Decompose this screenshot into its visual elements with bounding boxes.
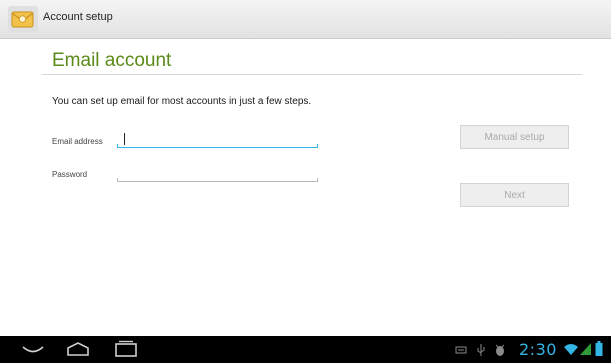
wifi-icon [564, 342, 578, 361]
signal-icon [580, 342, 592, 361]
home-icon[interactable] [66, 340, 90, 363]
system-nav-bar: 2:30 [0, 336, 611, 363]
debug-icon [494, 343, 506, 362]
email-field-right-tick [317, 144, 318, 148]
email-app-icon[interactable] [8, 6, 38, 32]
password-label: Password [52, 170, 88, 179]
keyboard-icon [455, 343, 467, 361]
back-icon[interactable] [20, 340, 46, 363]
password-field-left-tick [117, 178, 118, 182]
email-address-label: Email address [52, 137, 103, 146]
password-field[interactable] [117, 165, 318, 182]
title-divider [42, 74, 582, 75]
text-cursor [124, 133, 125, 145]
password-field-right-tick [317, 178, 318, 182]
action-bar: Account setup [0, 0, 611, 39]
intro-text: You can set up email for most accounts i… [52, 96, 312, 107]
clock: 2:30 [519, 340, 557, 359]
battery-icon [595, 341, 603, 362]
recent-apps-icon[interactable] [114, 340, 138, 363]
next-button[interactable]: Next [460, 183, 569, 207]
email-address-field[interactable] [117, 131, 318, 148]
usb-icon [476, 343, 486, 362]
action-bar-title: Account setup [43, 11, 113, 23]
page-title: Email account [52, 50, 172, 71]
manual-setup-button[interactable]: Manual setup [460, 125, 569, 149]
email-field-left-tick [117, 144, 118, 148]
